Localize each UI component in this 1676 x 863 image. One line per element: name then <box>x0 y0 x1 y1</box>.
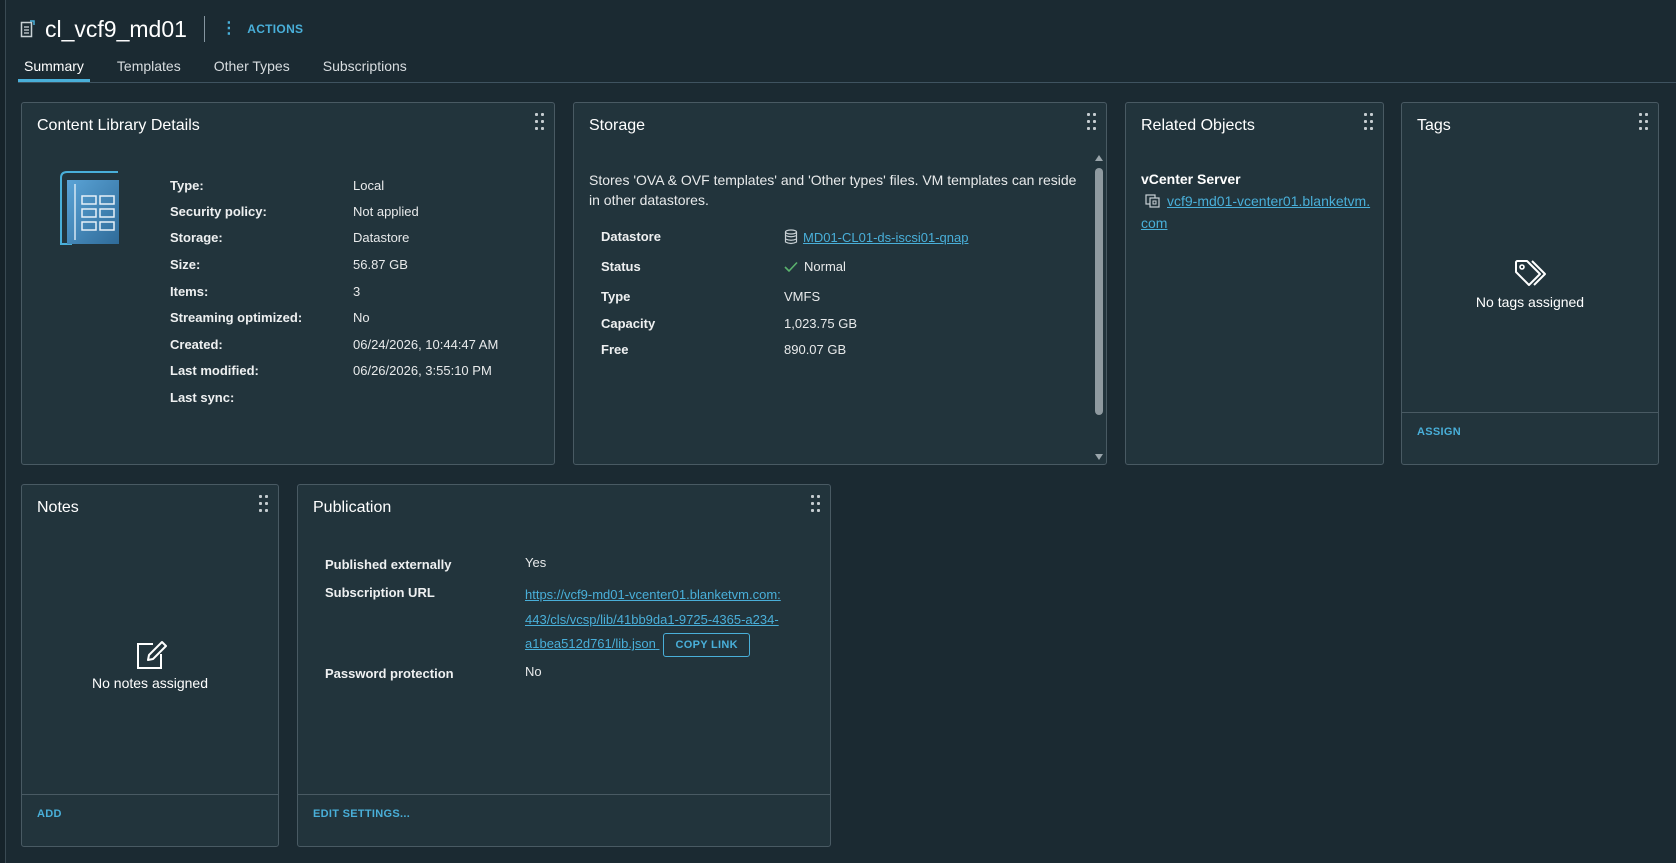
notes-card: Notes No notes assigned ADD <box>21 484 279 847</box>
storage-value-type: VMFS <box>784 289 821 304</box>
tags-card: Tags No tags assigned ASSIGN <box>1401 102 1659 465</box>
card-title: Content Library Details <box>37 117 200 134</box>
storage-label-free: Free <box>601 342 629 357</box>
tags-footer: ASSIGN <box>1402 412 1658 464</box>
storage-label-status: Status <box>601 259 641 274</box>
detail-label-last-modified: Last modified: <box>170 363 259 378</box>
actions-menu-button[interactable]: ⋮ ACTIONS <box>221 21 303 37</box>
related-objects-card: Related Objects vCenter Server vcf9-md01… <box>1125 102 1384 465</box>
card-title: Tags <box>1417 117 1451 134</box>
card-title: Storage <box>589 117 646 134</box>
edit-note-icon <box>135 640 167 673</box>
notes-footer: ADD <box>22 794 278 846</box>
published-externally-label: Published externally <box>325 557 452 572</box>
page-header: cl_vcf9_md01 ⋮ ACTIONS <box>20 14 303 44</box>
tab-other-types[interactable]: Other Types <box>208 54 296 82</box>
scrollbar-thumb[interactable] <box>1095 168 1103 415</box>
assign-tag-button[interactable]: ASSIGN <box>1417 426 1461 438</box>
card-title: Related Objects <box>1141 117 1255 134</box>
library-large-icon <box>58 168 120 246</box>
storage-value-status: Normal <box>784 259 846 274</box>
drag-handle-icon[interactable] <box>535 113 545 131</box>
storage-card: Storage Stores 'OVA & OVF templates' and… <box>573 102 1107 465</box>
subscription-url-label: Subscription URL <box>325 585 435 600</box>
detail-label-size: Size: <box>170 257 201 272</box>
no-notes-text: No notes assigned <box>92 675 208 691</box>
publication-footer: EDIT SETTINGS... <box>298 794 830 846</box>
detail-label-streaming-optimized: Streaming optimized: <box>170 310 303 325</box>
drag-handle-icon[interactable] <box>1639 113 1649 131</box>
left-panel-edge <box>0 0 6 863</box>
storage-value-datastore: MD01-CL01-ds-iscsi01-qnap <box>784 229 968 245</box>
check-icon <box>784 261 798 273</box>
add-note-button[interactable]: ADD <box>37 808 62 820</box>
vcenter-icon <box>1145 193 1167 213</box>
publication-card: Publication Published externally Yes Sub… <box>297 484 831 847</box>
detail-label-created: Created: <box>170 337 223 352</box>
tab-templates[interactable]: Templates <box>111 54 187 82</box>
detail-label-type: Type: <box>170 178 204 193</box>
vcenter-server-label: vCenter Server <box>1141 171 1241 187</box>
subscription-url-part: https://vcf9-md01-vcenter01.blanketvm.co… <box>525 587 781 602</box>
detail-value-storage: Datastore <box>353 230 410 245</box>
subscription-url-value: https://vcf9-md01-vcenter01.blanketvm.co… <box>525 583 815 657</box>
drag-handle-icon[interactable] <box>1087 113 1097 131</box>
scroll-down-arrow-icon[interactable] <box>1095 454 1103 460</box>
scroll-up-arrow-icon[interactable] <box>1095 155 1103 161</box>
content-library-icon <box>20 19 38 39</box>
tab-underline <box>18 82 1676 83</box>
storage-scrollbar[interactable] <box>1095 155 1103 460</box>
page-title: cl_vcf9_md01 <box>45 15 187 42</box>
copy-link-button[interactable]: COPY LINK <box>663 632 750 657</box>
drag-handle-icon[interactable] <box>259 495 269 513</box>
detail-label-items: Items: <box>170 284 209 299</box>
subscription-url-part: 443/cls/vcsp/lib/41bb9da1-9725-4365-a234… <box>525 611 779 627</box>
detail-value-created: 06/24/2026, 10:44:47 AM <box>353 337 499 352</box>
storage-label-type: Type <box>601 289 631 304</box>
drag-handle-icon[interactable] <box>811 495 821 513</box>
detail-value-security-policy: Not applied <box>353 204 419 219</box>
drag-handle-icon[interactable] <box>1364 113 1374 131</box>
detail-label-security-policy: Security policy: <box>170 204 267 219</box>
detail-label-storage: Storage: <box>170 230 223 245</box>
password-protection-value: No <box>525 664 542 679</box>
subscription-url-part: a1bea512d761/lib.json <box>525 636 656 651</box>
header-separator <box>203 16 205 42</box>
tab-summary[interactable]: Summary <box>18 54 90 82</box>
detail-value-last-modified: 06/26/2026, 3:55:10 PM <box>353 363 492 378</box>
datastore-icon <box>784 229 798 245</box>
edit-settings-button[interactable]: EDIT SETTINGS... <box>313 808 410 820</box>
published-externally-value: Yes <box>525 555 547 570</box>
password-protection-label: Password protection <box>325 666 454 681</box>
storage-value-capacity: 1,023.75 GB <box>784 316 857 331</box>
vcenter-server-entry: vcf9-md01-vcenter01.blanketvm.com <box>1141 191 1373 233</box>
detail-value-items: 3 <box>353 284 361 299</box>
storage-description: Stores 'OVA & OVF templates' and 'Other … <box>589 172 1077 208</box>
card-title: Notes <box>37 499 79 516</box>
card-title: Publication <box>313 499 392 516</box>
detail-value-streaming-optimized: No <box>353 310 370 325</box>
actions-label: ACTIONS <box>247 22 304 36</box>
vertical-ellipsis-icon: ⋮ <box>220 20 238 37</box>
vcenter-server-link[interactable]: vcf9-md01-vcenter01.blanketvm.com <box>1141 193 1370 231</box>
storage-label-capacity: Capacity <box>601 316 656 331</box>
tab-bar: Summary Templates Other Types Subscripti… <box>18 54 434 82</box>
no-tags-text: No tags assigned <box>1475 294 1585 310</box>
storage-value-free: 890.07 GB <box>784 342 847 357</box>
detail-value-type: Local <box>353 178 385 193</box>
datastore-link[interactable]: MD01-CL01-ds-iscsi01-qnap <box>803 230 968 245</box>
storage-label-datastore: Datastore <box>601 229 661 244</box>
detail-label-last-sync: Last sync: <box>170 390 235 405</box>
status-text: Normal <box>804 259 846 274</box>
content-library-details-card: Content Library Details Type: Local Secu… <box>21 102 555 465</box>
detail-value-size: 56.87 GB <box>353 257 408 272</box>
tab-subscriptions[interactable]: Subscriptions <box>317 54 413 82</box>
tag-icon <box>1514 259 1548 292</box>
